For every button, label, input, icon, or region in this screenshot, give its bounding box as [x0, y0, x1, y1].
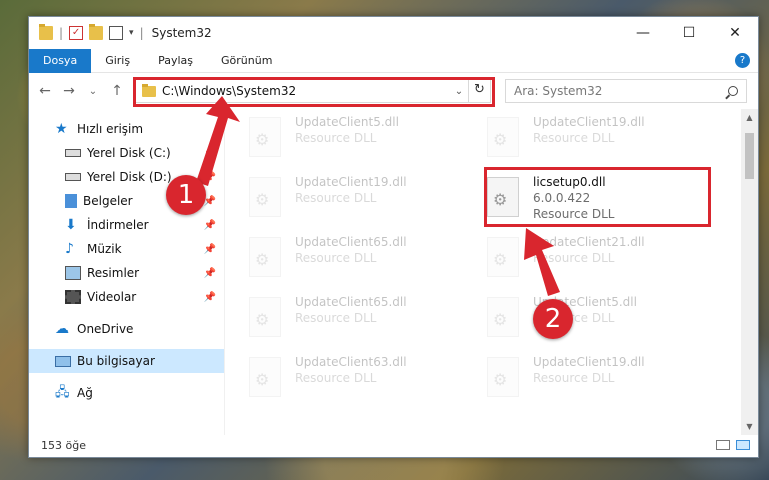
- step-badge-1: 1: [166, 175, 206, 215]
- step-badge-2: 2: [533, 299, 573, 339]
- arrow-to-address-icon: [196, 96, 240, 186]
- arrow-to-file-icon: [524, 228, 560, 296]
- annotation-arrows: [196, 96, 560, 296]
